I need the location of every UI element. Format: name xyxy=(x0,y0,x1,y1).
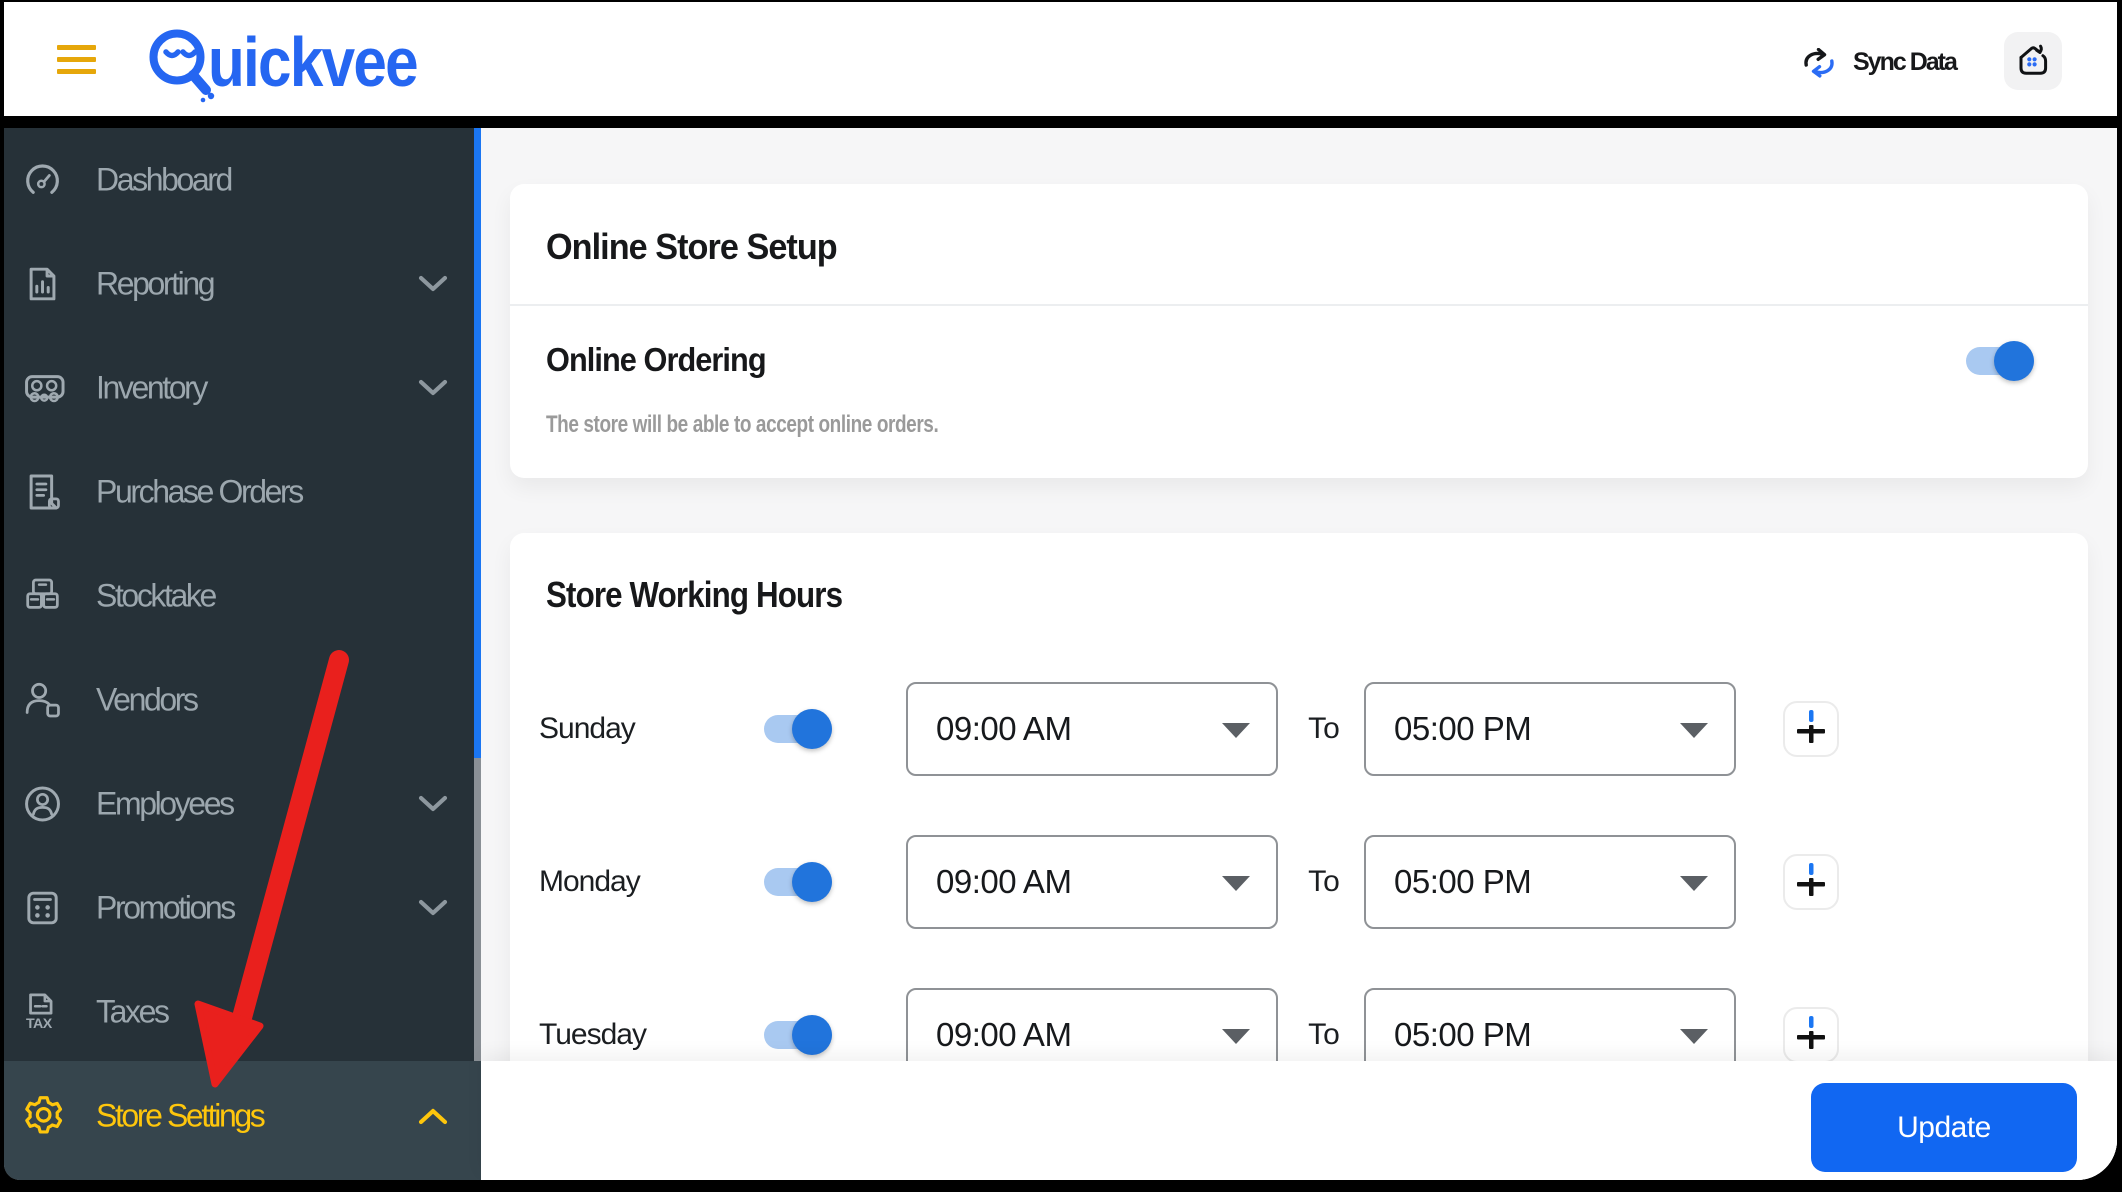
svg-text:TAX: TAX xyxy=(26,1016,53,1032)
